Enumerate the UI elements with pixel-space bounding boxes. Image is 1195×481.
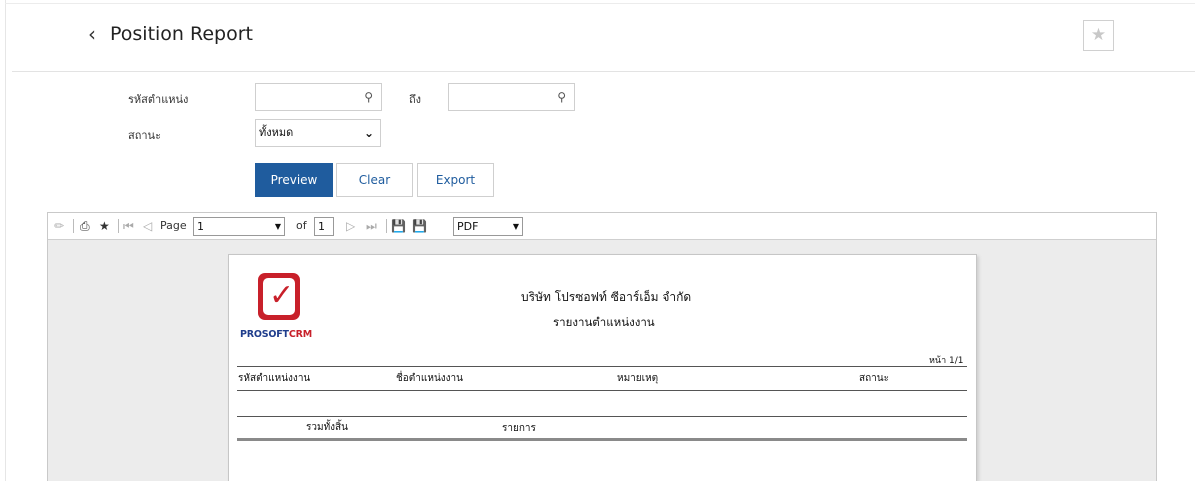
first-page-icon[interactable]: ⏮ <box>123 218 134 234</box>
status-label: สถานะ <box>128 129 161 142</box>
prosoft-crm-logo: ✓ PROSOFTCRM <box>240 267 318 343</box>
page-info: หน้า 1/1 <box>929 356 964 366</box>
report-title: รายงานตำแหน่งงาน <box>553 315 655 329</box>
logo-mark-inner: ✓ <box>263 278 295 315</box>
position-code-to-input[interactable]: ⚲ <box>448 83 575 111</box>
toolbar-separator <box>73 219 74 233</box>
table-top-rule <box>237 366 967 367</box>
status-selected-value: ทั้งหมด <box>259 126 294 139</box>
star-icon[interactable]: ★ <box>1083 20 1114 51</box>
logo-text-prosoft: PROSOFT <box>240 329 289 340</box>
page-header: ‹ Position Report ★ <box>0 0 1195 72</box>
page-number-value: 1 <box>197 220 204 233</box>
export-format-select[interactable]: PDF ▼ <box>453 217 523 236</box>
to-label: ถึง <box>409 93 422 106</box>
toolbar-separator <box>118 219 119 233</box>
export-save-icon[interactable]: 💾 <box>412 218 427 234</box>
search-icon[interactable]: ⚲ <box>557 90 566 104</box>
toolbar-separator <box>386 219 387 233</box>
print-preview-icon[interactable]: ★ <box>99 218 110 234</box>
page-title: Position Report <box>110 23 254 45</box>
prev-page-icon[interactable]: ◁ <box>143 218 152 234</box>
dropdown-arrow-icon: ▼ <box>274 222 281 231</box>
preview-button[interactable]: Preview <box>255 163 333 197</box>
dropdown-arrow-icon: ▼ <box>512 222 519 231</box>
column-header-position-name: ชื่อตำแหน่งงาน <box>396 373 463 384</box>
next-page-icon[interactable]: ▷ <box>346 218 355 234</box>
export-button[interactable]: Export <box>417 163 494 197</box>
page-number-select[interactable]: 1 ▼ <box>193 217 285 236</box>
column-header-position-code: รหัสตำแหน่งงาน <box>238 373 311 384</box>
logo-mark: ✓ <box>258 273 300 320</box>
items-label: รายการ <box>502 423 536 434</box>
logo-text-crm: CRM <box>288 329 312 340</box>
chevron-down-icon: ⌄ <box>363 126 374 140</box>
total-pages-value: 1 <box>318 220 325 233</box>
table-bottom-rule <box>237 416 967 417</box>
header-divider <box>12 71 1195 72</box>
last-page-icon[interactable]: ⏭ <box>366 218 377 234</box>
company-name: บริษัท โปรซอฟท์ ซีอาร์เอ็ม จำกัด <box>521 290 692 304</box>
logo-text: PROSOFTCRM <box>240 329 312 340</box>
chevron-left-icon[interactable]: ‹ <box>88 22 96 46</box>
checkmark-icon: ✓ <box>269 278 295 313</box>
page-left-border <box>5 0 6 481</box>
total-label: รวมทั้งสิ้น <box>306 422 348 433</box>
search-icon[interactable]: ⚲ <box>364 90 373 104</box>
status-select[interactable]: ทั้งหมด ⌄ <box>255 119 381 147</box>
viewer-toolbar: ✏ ⎙ ★ ⏮ ◁ Page 1 ▼ of 1 ▷ ⏭ 💾 💾 PDF ▼ <box>48 213 1156 240</box>
column-header-remark: หมายเหตุ <box>617 373 659 384</box>
column-header-status: สถานะ <box>859 373 889 384</box>
clear-button[interactable]: Clear <box>336 163 413 197</box>
total-double-rule <box>237 438 967 441</box>
page-label: Page <box>160 219 187 232</box>
of-label: of <box>296 219 307 232</box>
total-pages-box: 1 <box>314 217 334 236</box>
position-code-from-input[interactable]: ⚲ <box>255 83 382 111</box>
find-icon[interactable]: ✏ <box>54 218 64 234</box>
position-code-label: รหัสตำแหน่ง <box>128 93 189 106</box>
table-header-rule <box>237 390 967 391</box>
save-icon[interactable]: 💾 <box>391 218 406 234</box>
print-icon[interactable]: ⎙ <box>80 218 90 234</box>
export-format-value: PDF <box>457 220 479 233</box>
